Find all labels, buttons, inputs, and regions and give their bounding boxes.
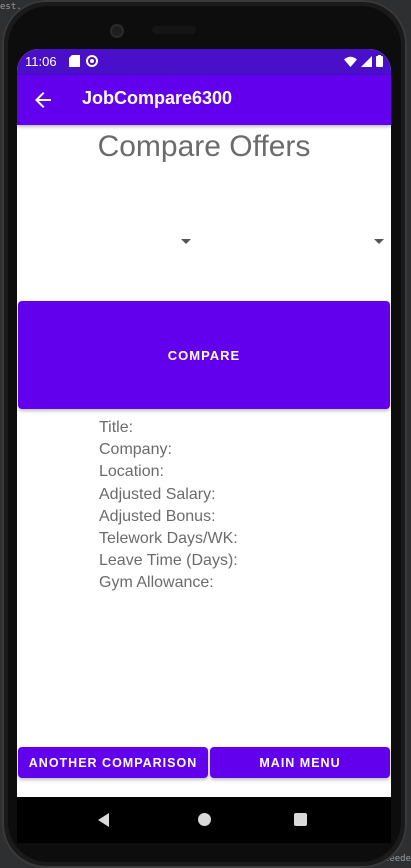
dropdown-arrow-icon [181, 239, 191, 244]
status-bar: 11:06 [17, 49, 391, 75]
detail-label-company: Company: [99, 441, 172, 459]
signal-icon [361, 55, 372, 67]
back-arrow-icon[interactable] [33, 90, 53, 110]
status-icons [344, 55, 383, 67]
dropdown-arrow-icon [374, 239, 384, 244]
app-screen: 11:06 JobCompare6300 Compare Offers COMP… [17, 49, 391, 797]
page-title: Compare Offers [97, 130, 311, 163]
nav-home-icon[interactable] [198, 813, 211, 826]
offer-2-dropdown[interactable] [204, 229, 384, 257]
status-time: 11:06 [25, 54, 57, 69]
offer-details: Title: Company: Location: Adjusted Salar… [99, 417, 238, 595]
another-comparison-button[interactable]: ANOTHER COMPARISON [18, 747, 208, 778]
main-menu-button[interactable]: MAIN MENU [210, 747, 390, 778]
system-nav-bar [17, 797, 391, 843]
detail-label-location: Location: [99, 463, 164, 481]
nav-back-icon[interactable] [98, 813, 109, 827]
speaker-grille [152, 26, 196, 34]
sync-icon [86, 55, 98, 67]
detail-label-adjusted-salary: Adjusted Salary: [99, 485, 216, 503]
battery-icon [376, 55, 383, 67]
sd-card-icon [69, 55, 80, 67]
nav-recents-icon[interactable] [294, 813, 307, 826]
detail-label-title: Title: [99, 419, 134, 436]
app-bar: JobCompare6300 [17, 75, 391, 125]
detail-label-adjusted-bonus: Adjusted Bonus: [99, 507, 216, 525]
app-title: JobCompare6300 [82, 88, 233, 108]
detail-label-gym-allowance: Gym Allowance: [99, 574, 214, 592]
detail-label-leave-time: Leave Time (Days): [99, 552, 238, 570]
detail-label-telework-days: Telework Days/WK: [99, 530, 238, 548]
offer-1-dropdown[interactable] [17, 229, 197, 257]
wifi-icon [344, 56, 357, 67]
camera [110, 24, 124, 38]
compare-button[interactable]: COMPARE [18, 301, 390, 409]
